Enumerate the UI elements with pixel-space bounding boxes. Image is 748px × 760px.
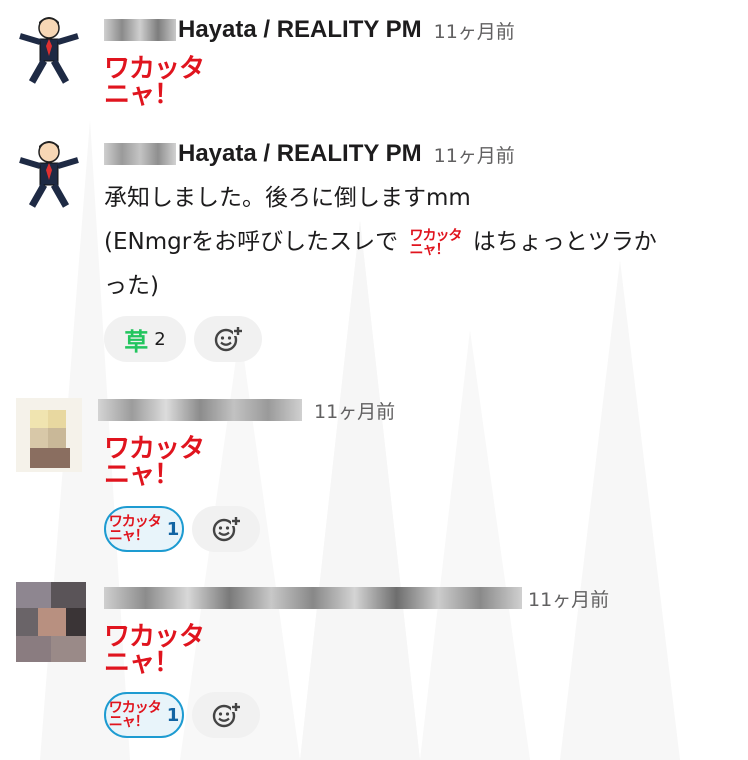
add-reaction-icon [214,326,243,352]
add-reaction-button[interactable] [194,316,262,362]
timestamp[interactable]: 11ヶ月前 [434,141,515,168]
redacted-name [98,399,302,421]
avatar[interactable] [16,138,82,208]
blurred-avatar-icon [16,582,86,662]
message-3: 11ヶ月前 ワカッタ ニャ！ ワカッタ ニャ！ 1 [0,392,748,562]
message-header: 11ヶ月前 [104,580,609,616]
reactions-bar: ワカッタ ニャ！ 1 [104,506,260,552]
message-4: 11ヶ月前 ワカッタ ニャ！ ワカッタ ニャ！ 1 [0,580,748,756]
message-line: (ENmgrをお呼びしたスレで ワカッタ ニャ！ はちょっとツラか [104,220,744,264]
wakatta-nya-stamp: ワカッタ ニャ！ [104,622,205,678]
message-1: Hayata / REALITY PM 11ヶ月前 ワカッタ ニャ！ [0,12,748,122]
reaction-count: 1 [166,518,180,540]
redacted-name [104,19,176,41]
reaction-count: 1 [166,704,180,726]
wakatta-nya-stamp: ワカッタ ニャ！ [104,434,205,490]
reaction-wakatta-nya[interactable]: ワカッタ ニャ！ 1 [104,506,184,552]
businessman-avatar-icon [19,141,79,208]
avatar[interactable] [16,14,82,84]
add-reaction-icon [212,516,241,542]
message-line: った) [104,273,159,299]
message-text: 承知しました。後ろに倒しますmm (ENmgrをお呼びしたスレで ワカッタ ニャ… [104,176,744,308]
message-header: 11ヶ月前 [98,392,395,428]
message-line: 承知しました。後ろに倒しますmm [104,185,471,211]
author-name[interactable]: Hayata / REALITY PM [178,140,422,168]
message-header: Hayata / REALITY PM 11ヶ月前 [104,12,515,48]
add-reaction-button[interactable] [192,506,260,552]
timestamp[interactable]: 11ヶ月前 [314,397,395,424]
blurred-avatar-icon [16,398,82,472]
redacted-name [104,143,176,165]
timestamp[interactable]: 11ヶ月前 [528,585,609,612]
message-header: Hayata / REALITY PM 11ヶ月前 [104,136,515,172]
reaction-wakatta-nya[interactable]: ワカッタ ニャ！ 1 [104,692,184,738]
avatar[interactable] [16,398,82,472]
wakatta-nya-emoji-icon: ワカッタ ニャ！ [108,514,162,544]
wakatta-nya-emoji-icon: ワカッタ ニャ！ [108,700,162,730]
timestamp[interactable]: 11ヶ月前 [434,17,515,44]
redacted-name [104,587,522,609]
reactions-bar: 草 2 [104,316,262,362]
text-segment: はちょっとツラか [472,229,657,255]
author-name[interactable]: Hayata / REALITY PM [178,16,422,44]
reaction-count: 2 [154,328,166,350]
wakatta-nya-stamp: ワカッタ ニャ！ [104,54,205,110]
add-reaction-icon [212,702,241,728]
reactions-bar: ワカッタ ニャ！ 1 [104,692,260,738]
avatar[interactable] [16,582,86,662]
reaction-kusa[interactable]: 草 2 [104,316,186,362]
businessman-avatar-icon [19,17,79,84]
message-2: Hayata / REALITY PM 11ヶ月前 承知しました。後ろに倒します… [0,136,748,366]
wakatta-nya-inline-emoji: ワカッタ ニャ！ [409,227,462,258]
kusa-emoji-icon: 草 [124,327,149,356]
text-segment: (ENmgrをお呼びしたスレで [104,229,399,255]
add-reaction-button[interactable] [192,692,260,738]
